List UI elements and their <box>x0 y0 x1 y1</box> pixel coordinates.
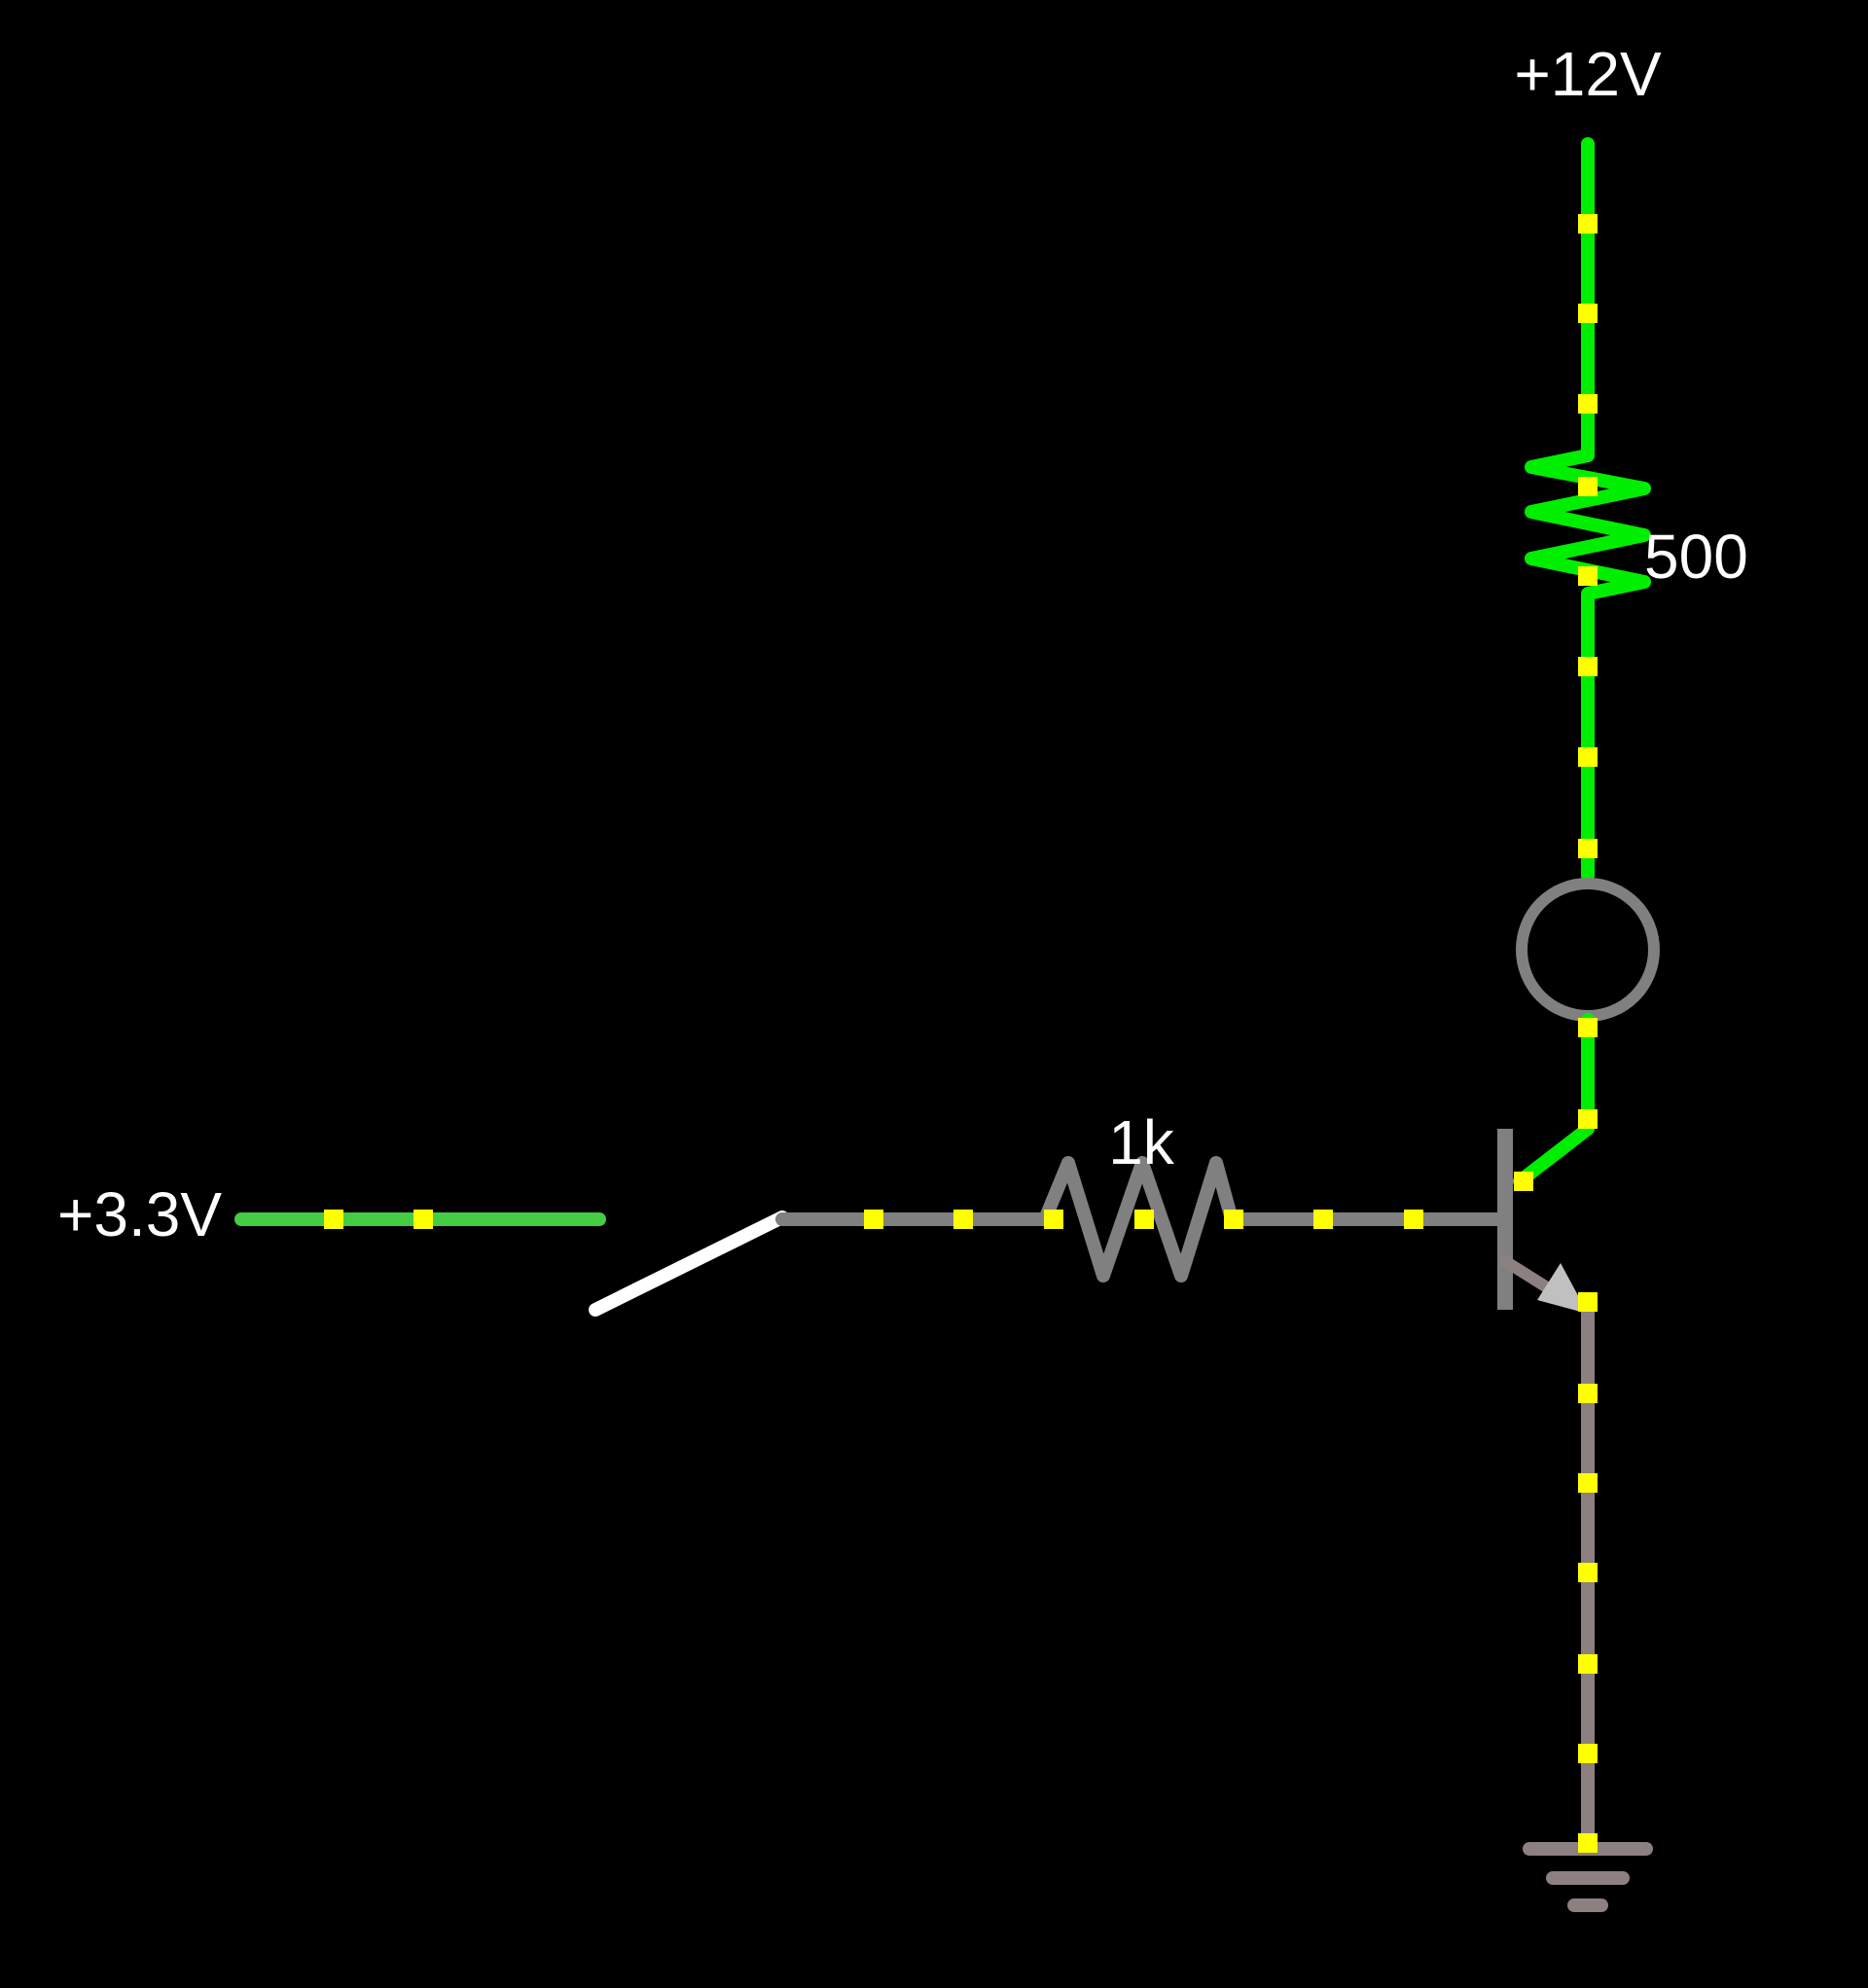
current-dot <box>1578 214 1598 234</box>
current-dot <box>1578 839 1598 858</box>
wire-lamp-to-collector <box>1513 1013 1595 1188</box>
current-dot <box>1578 1109 1598 1129</box>
base-resistor[interactable]: 1k <box>1038 1107 1239 1283</box>
switch-blade[interactable] <box>589 1211 789 1317</box>
current-dot <box>1578 1384 1598 1403</box>
current-dot <box>1134 1210 1154 1229</box>
current-dot <box>1404 1210 1423 1229</box>
current-dot <box>1313 1210 1333 1229</box>
lamp-circle[interactable] <box>1516 878 1660 1022</box>
current-dot <box>1578 1473 1598 1493</box>
current-dot <box>953 1210 973 1229</box>
current-dot <box>1578 566 1598 586</box>
supply-12v-label: +12V <box>1514 39 1662 109</box>
current-dot <box>1578 657 1598 676</box>
current-dot <box>1578 1292 1598 1312</box>
collector-resistor-label: 500 <box>1644 522 1748 592</box>
base-resistor-label: 1k <box>1108 1107 1175 1177</box>
current-dot <box>1578 747 1598 767</box>
supply-12v-node[interactable]: +12V <box>1514 39 1662 462</box>
current-dot <box>1578 394 1598 414</box>
supply-3v3-label: +3.3V <box>57 1179 222 1249</box>
current-dot <box>864 1210 883 1229</box>
current-dots <box>324 214 1598 1853</box>
current-dot <box>1578 1744 1598 1763</box>
current-dot <box>1578 1563 1598 1582</box>
current-dot <box>1578 304 1598 323</box>
circuit-schematic: +12V 500 +3.3V 1k <box>57 39 1748 1912</box>
current-dot <box>324 1210 343 1229</box>
current-dot <box>1224 1210 1243 1229</box>
current-dot <box>1044 1210 1063 1229</box>
current-dot <box>1578 477 1598 496</box>
current-dot <box>1578 1018 1598 1037</box>
current-dot <box>1578 1833 1598 1853</box>
ground-symbol[interactable] <box>1523 1842 1653 1912</box>
current-dot <box>1514 1172 1533 1191</box>
current-dot <box>1578 1654 1598 1674</box>
collector-resistor[interactable]: 500 <box>1525 449 1748 649</box>
current-dot <box>413 1210 433 1229</box>
